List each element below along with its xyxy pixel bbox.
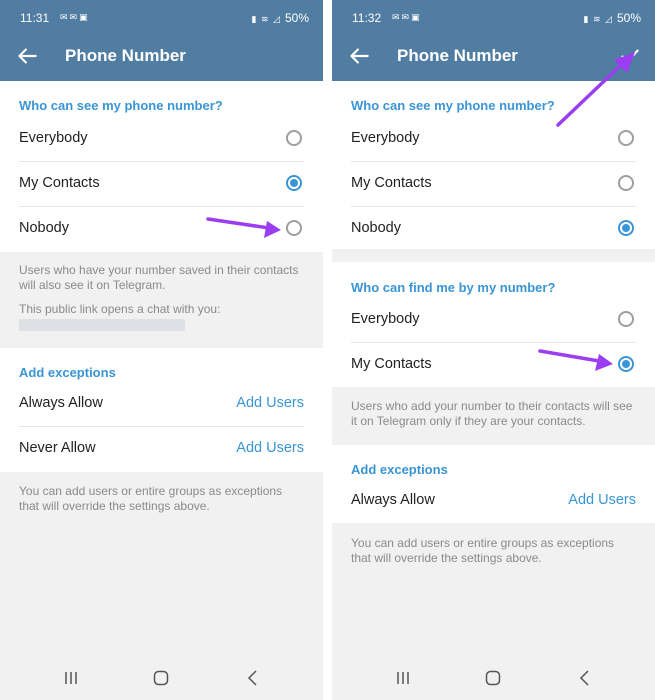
add-users-button[interactable]: Add Users [236, 440, 304, 456]
always-allow-row[interactable]: Always Allow Add Users [332, 479, 655, 524]
option-everybody[interactable]: Everybody [0, 117, 323, 162]
option-label: Nobody [19, 220, 69, 236]
page-title: Phone Number [397, 46, 518, 65]
battery-level: 50% [616, 11, 641, 25]
blurred-public-link[interactable] [19, 319, 185, 331]
status-bar: 11:31 ✉✉▣ ▮ ≋ ◿ 50% [0, 0, 323, 35]
public-link-caption: This public link opens a chat with you: [19, 302, 221, 316]
option-my-contacts[interactable]: My Contacts [0, 162, 323, 207]
status-bar: 11:32 ✉✉▣ ▮ ≋ ◿ 50% [332, 0, 655, 35]
radio-button[interactable] [286, 220, 302, 236]
option-label: My Contacts [351, 356, 432, 372]
add-users-button[interactable]: Add Users [236, 395, 304, 411]
status-time: 11:31 [20, 11, 50, 25]
always-allow-row[interactable]: Always Allow Add Users [0, 382, 323, 427]
section-header: Who can see my phone number? [19, 98, 223, 113]
option-everybody[interactable]: Everybody [332, 298, 655, 343]
option-label: Everybody [351, 311, 420, 327]
recent-apps-icon[interactable] [394, 669, 412, 687]
radio-button[interactable] [618, 130, 634, 146]
annotation-arrow-icon [206, 217, 281, 238]
battery-level: 50% [284, 11, 309, 25]
exceptions-section: Add exceptions Always Allow Add Users [332, 445, 655, 523]
recent-apps-icon[interactable] [62, 669, 80, 687]
signal-icons: ▮ ≋ ◿ [583, 14, 613, 24]
row-label: Always Allow [351, 492, 435, 508]
option-label: Everybody [351, 130, 420, 146]
notification-icons: ✉✉▣ [392, 12, 422, 22]
annotation-arrow-icon [538, 349, 613, 371]
add-users-button[interactable]: Add Users [568, 492, 636, 508]
annotation-arrow-icon [556, 52, 635, 127]
footer-text: You can add users or entire groups as ex… [19, 484, 283, 513]
app-bar: Phone Number [0, 35, 323, 81]
option-label: Everybody [19, 130, 88, 146]
back-arrow-icon[interactable] [14, 43, 40, 69]
footer-text: You can add users or entire groups as ex… [351, 536, 615, 565]
radio-button[interactable] [618, 311, 634, 327]
radio-button[interactable] [618, 175, 634, 191]
option-label: My Contacts [19, 175, 100, 191]
section-header: Who can see my phone number? [351, 98, 555, 113]
notification-icons: ✉✉▣ [60, 12, 90, 22]
status-time: 11:32 [352, 11, 382, 25]
back-arrow-icon[interactable] [346, 43, 372, 69]
never-allow-row[interactable]: Never Allow Add Users [0, 427, 323, 472]
option-nobody[interactable]: Nobody [332, 207, 655, 252]
row-label: Always Allow [19, 395, 103, 411]
phone-screen-left: 11:31 ✉✉▣ ▮ ≋ ◿ 50% Phone Number Who can … [0, 0, 323, 700]
status-right: ▮ ≋ ◿ 50% [252, 11, 309, 25]
navigation-bar [0, 658, 323, 700]
exceptions-section: Add exceptions Always Allow Add Users Ne… [0, 348, 323, 472]
radio-button-selected[interactable] [618, 220, 634, 236]
section-header: Who can find me by my number? [351, 280, 556, 295]
info-text: Users who have your number saved in thei… [19, 263, 299, 292]
page-title: Phone Number [65, 46, 186, 65]
radio-button[interactable] [286, 130, 302, 146]
nav-back-icon[interactable] [244, 669, 262, 687]
status-right: ▮ ≋ ◿ 50% [584, 11, 641, 25]
row-label: Never Allow [19, 440, 96, 456]
navigation-bar [332, 658, 655, 700]
info-text: Users who add your number to their conta… [351, 399, 633, 428]
option-my-contacts[interactable]: My Contacts [332, 162, 655, 207]
radio-button-selected[interactable] [618, 356, 634, 372]
radio-button-selected[interactable] [286, 175, 302, 191]
option-label: My Contacts [351, 175, 432, 191]
home-icon[interactable] [484, 669, 502, 687]
option-label: Nobody [351, 220, 401, 236]
signal-icons: ▮ ≋ ◿ [251, 14, 281, 24]
section-header: Add exceptions [351, 462, 448, 477]
section-header: Add exceptions [19, 365, 116, 380]
home-icon[interactable] [152, 669, 170, 687]
nav-back-icon[interactable] [576, 669, 594, 687]
